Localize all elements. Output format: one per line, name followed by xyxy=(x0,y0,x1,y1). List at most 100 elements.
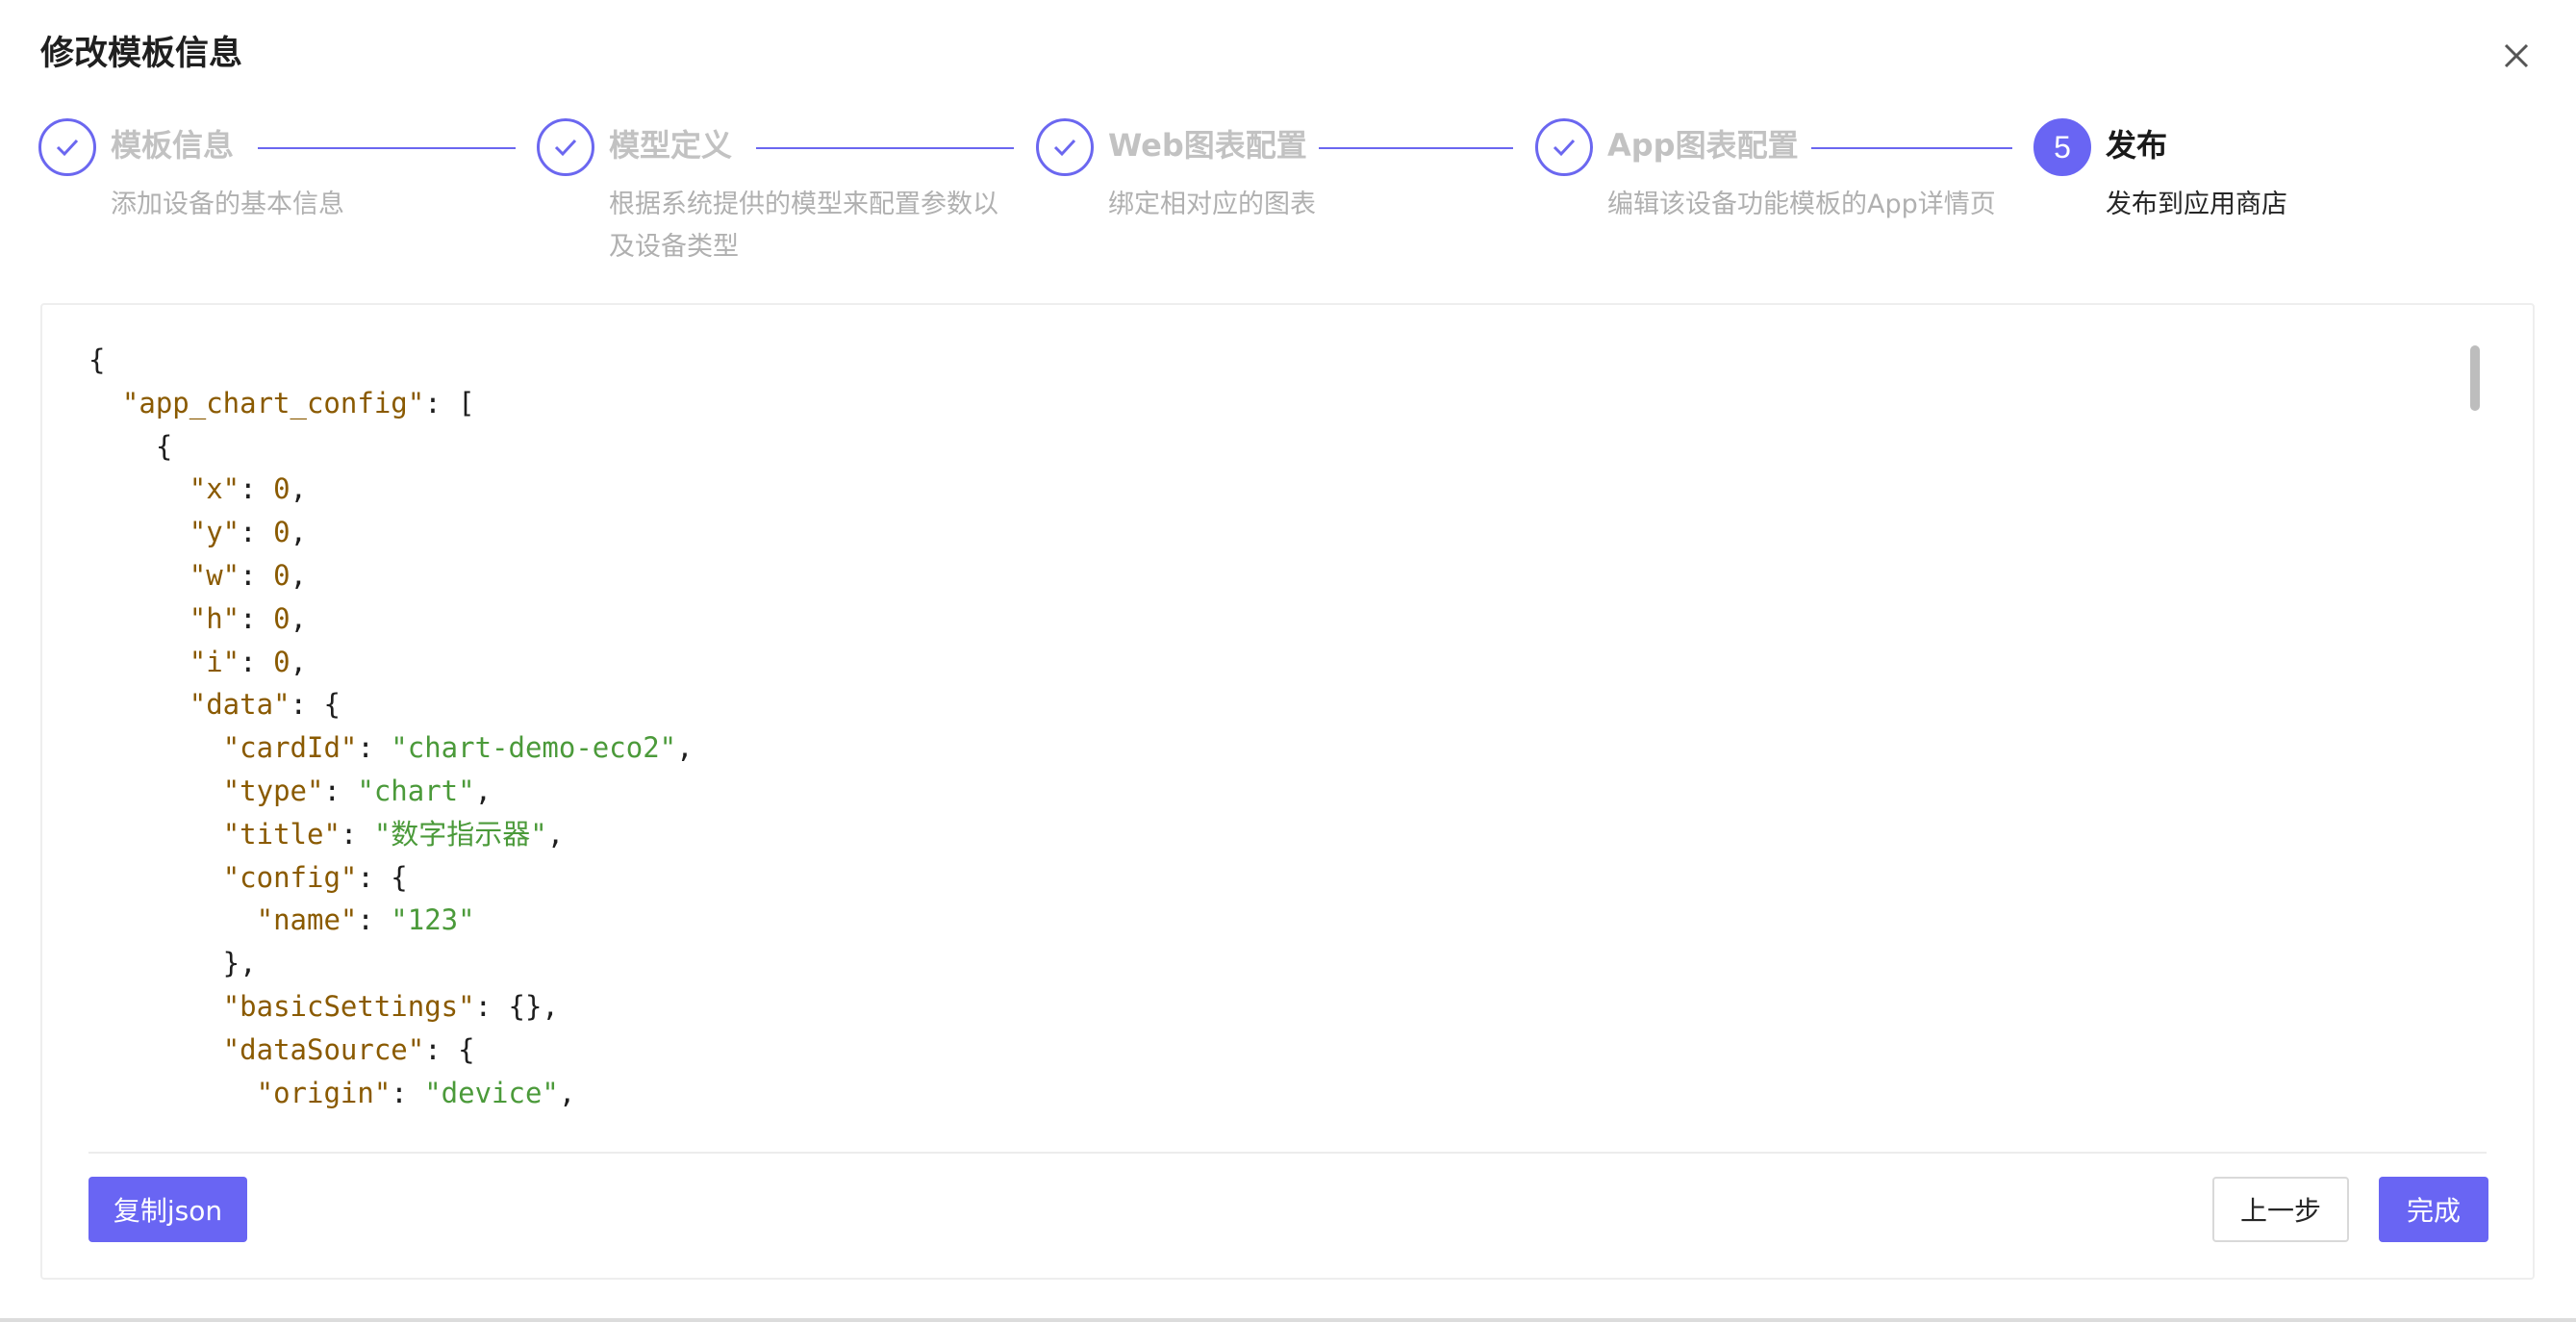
check-icon xyxy=(1535,118,1593,176)
json-preview-card: { "app_chart_config": [ { "x": 0, "y": 0… xyxy=(40,303,2535,1280)
code-token: "数字指示器" xyxy=(373,817,547,851)
code-line: "x": 0, xyxy=(88,468,2445,511)
code-line: "config": { xyxy=(88,856,2445,900)
code-token: "app_chart_config" xyxy=(121,386,425,419)
code-token: : xyxy=(240,516,274,549)
code-token: "h" xyxy=(189,601,240,635)
step-title: 模板信息 xyxy=(111,127,235,164)
step-connector xyxy=(258,147,516,149)
step-connector xyxy=(756,147,1014,149)
step-description: 发布到应用商店 xyxy=(2106,190,2287,219)
code-token: "title" xyxy=(222,817,341,851)
code-token: : xyxy=(340,817,374,851)
step-connector xyxy=(1319,147,1513,149)
check-icon xyxy=(38,118,96,176)
code-token: "config" xyxy=(222,860,358,894)
step-title: Web图表配置 xyxy=(1108,127,1307,164)
code-token: : xyxy=(240,601,274,635)
code-token: : xyxy=(357,903,391,937)
code-line: "type": "chart", xyxy=(88,770,2445,813)
json-code-block: { "app_chart_config": [ { "x": 0, "y": 0… xyxy=(88,339,2445,1128)
step-title: 发布 xyxy=(2106,127,2168,164)
code-token: : [ xyxy=(424,386,475,419)
code-token: : xyxy=(240,558,274,592)
code-token: , xyxy=(290,601,308,635)
code-token: , xyxy=(290,558,308,592)
check-icon xyxy=(537,118,594,176)
code-token: : xyxy=(240,472,274,506)
code-line: { xyxy=(88,425,2445,469)
code-token: , xyxy=(290,645,308,678)
finish-button[interactable]: 完成 xyxy=(2379,1177,2488,1242)
step-publish: 5 发布 发布到应用商店 xyxy=(2033,118,2514,272)
step-title: App图表配置 xyxy=(1607,127,1799,164)
footer-divider xyxy=(88,1152,2487,1154)
code-token: "basicSettings" xyxy=(222,989,475,1023)
code-token: , xyxy=(676,731,694,765)
code-token: : xyxy=(323,774,358,807)
code-token: "i" xyxy=(189,645,240,678)
code-line: "w": 0, xyxy=(88,554,2445,597)
code-token: : {}, xyxy=(474,989,559,1023)
code-token: , xyxy=(290,516,308,549)
code-token: : xyxy=(391,1076,425,1109)
code-token: "x" xyxy=(189,472,240,506)
code-token: , xyxy=(474,774,492,807)
code-token: : { xyxy=(424,1032,475,1066)
code-token: : xyxy=(240,645,274,678)
code-token: "origin" xyxy=(256,1076,391,1109)
code-token: { xyxy=(88,343,106,376)
code-token: : xyxy=(357,731,391,765)
step-description: 添加设备的基本信息 xyxy=(111,190,344,219)
code-line: "y": 0, xyxy=(88,511,2445,554)
code-token: 0 xyxy=(273,645,290,678)
code-line: "cardId": "chart-demo-eco2", xyxy=(88,726,2445,770)
code-token: "name" xyxy=(256,903,358,937)
copy-json-button[interactable]: 复制json xyxy=(88,1177,247,1242)
code-token: }, xyxy=(88,947,257,980)
previous-step-button[interactable]: 上一步 xyxy=(2212,1177,2349,1242)
code-line: }, xyxy=(88,942,2445,985)
code-token: : { xyxy=(290,688,341,722)
code-line: "i": 0, xyxy=(88,641,2445,684)
code-token: "chart-demo-eco2" xyxy=(391,731,677,765)
code-line: { xyxy=(88,339,2445,382)
modal-dialog: 修改模板信息 模板信息 添加设备的基本信息 模型定义 根据系统提供的模型来配置参… xyxy=(0,0,2576,1322)
code-token: 0 xyxy=(273,516,290,549)
bottom-border xyxy=(0,1318,2576,1322)
code-token: "w" xyxy=(189,558,240,592)
code-token: 0 xyxy=(273,601,290,635)
dialog-title: 修改模板信息 xyxy=(40,35,243,73)
code-token: "type" xyxy=(222,774,324,807)
close-icon[interactable] xyxy=(2497,37,2536,75)
step-web-chart-config: Web图表配置 绑定相对应的图表 xyxy=(1036,118,1517,272)
step-connector xyxy=(1811,147,2012,149)
code-token: , xyxy=(558,1076,576,1109)
code-token: "device" xyxy=(424,1076,559,1109)
code-token: "chart" xyxy=(357,774,475,807)
code-line: "title": "数字指示器", xyxy=(88,813,2445,856)
code-token: 0 xyxy=(273,558,290,592)
code-line: "dataSource": { xyxy=(88,1029,2445,1072)
step-number: 5 xyxy=(2033,118,2091,176)
step-description: 编辑该设备功能模板的App详情页 xyxy=(1607,190,1996,219)
code-token: "y" xyxy=(189,516,240,549)
code-token: 0 xyxy=(273,472,290,506)
step-app-chart-config: App图表配置 编辑该设备功能模板的App详情页 xyxy=(1535,118,2016,272)
step-model-definition: 模型定义 根据系统提供的模型来配置参数以及设备类型 xyxy=(537,118,1018,272)
code-token: "cardId" xyxy=(222,731,358,765)
scrollbar[interactable] xyxy=(2470,345,2480,411)
code-token: "123" xyxy=(391,903,475,937)
